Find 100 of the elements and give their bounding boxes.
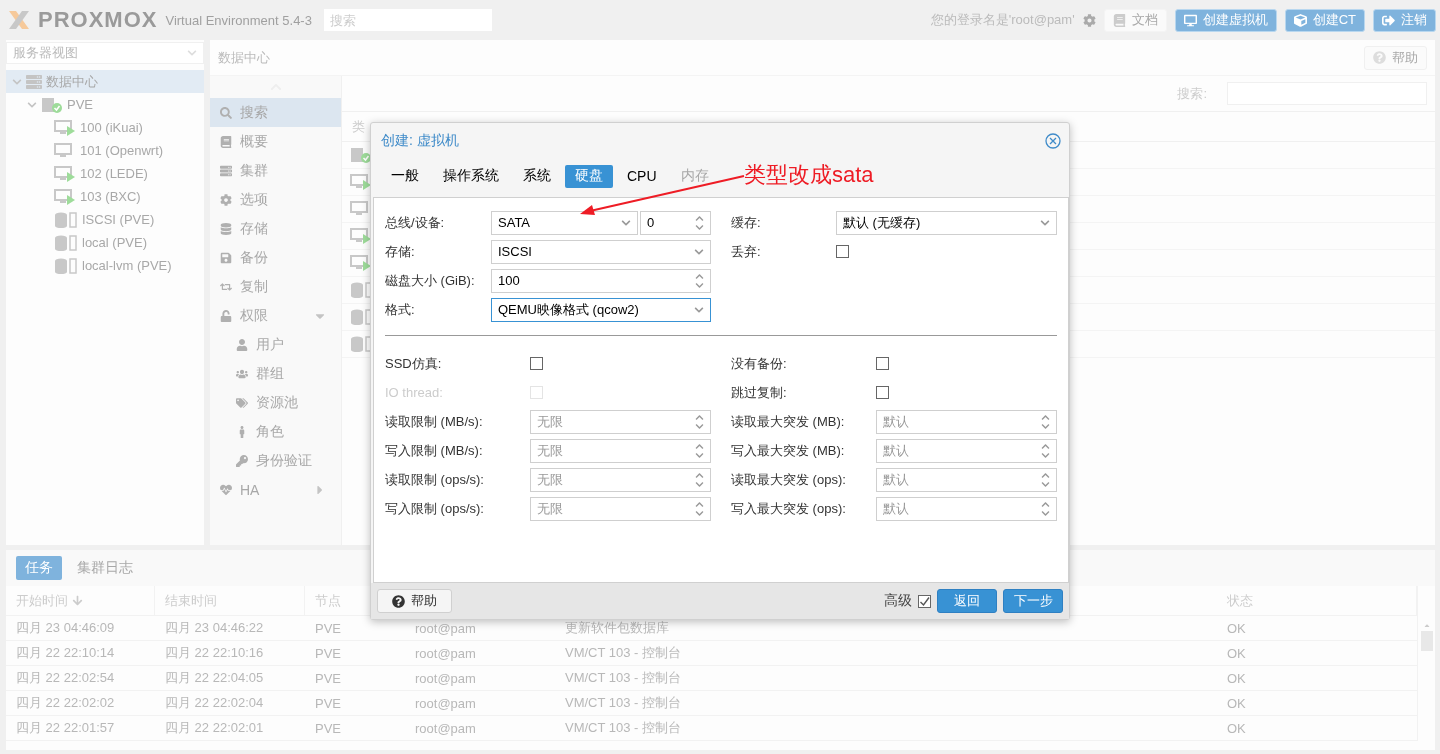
advanced-label: 高级 xyxy=(884,592,912,610)
nav-item[interactable]: 资源池 xyxy=(210,388,341,417)
table-cell: 四月 22 22:10:14 xyxy=(6,641,155,666)
nav-item[interactable]: 角色 xyxy=(210,417,341,446)
nav-item[interactable]: 选项 xyxy=(210,185,341,214)
header-button[interactable]: 注销 xyxy=(1373,8,1436,32)
nav-item[interactable]: 用户 xyxy=(210,330,341,359)
help-button[interactable]: 帮助 xyxy=(377,589,452,613)
dialog-button[interactable]: 下一步 xyxy=(1003,589,1063,613)
dropdown-arrow-icon[interactable] xyxy=(187,48,197,58)
tree-item[interactable]: 101 (Openwrt) xyxy=(6,139,204,162)
expand-icon[interactable] xyxy=(12,76,22,87)
checkbox[interactable] xyxy=(918,594,931,608)
tab[interactable]: 系统 xyxy=(513,164,561,188)
tree-item[interactable]: ISCSI (PVE) xyxy=(6,208,204,231)
nav-item[interactable]: 存储 xyxy=(210,214,341,243)
help-icon xyxy=(1373,51,1386,64)
tab[interactable]: 集群日志 xyxy=(68,556,142,580)
table-cell: 四月 22 22:02:02 xyxy=(6,691,155,716)
tab[interactable]: 操作系统 xyxy=(433,164,509,188)
tree-item[interactable]: 102 (LEDE) xyxy=(6,162,204,185)
number-field[interactable]: 无限 xyxy=(530,438,711,463)
dialog-button[interactable]: 返回 xyxy=(937,589,997,613)
tree-item[interactable]: PVE xyxy=(6,93,204,116)
tab[interactable]: 任务 xyxy=(16,556,62,580)
field-label: 跳过复制: xyxy=(731,383,788,402)
tree-item[interactable]: 103 (BXC) xyxy=(6,185,204,208)
checkbox[interactable] xyxy=(876,386,889,399)
tree-item[interactable]: local-lvm (PVE) xyxy=(6,254,204,277)
nav-item[interactable]: 复制 xyxy=(210,272,341,301)
device-index-field[interactable]: 0 xyxy=(640,210,711,235)
select-field[interactable]: QEMU映像格式 (qcow2) xyxy=(491,297,711,322)
nav-item[interactable]: 概要 xyxy=(210,127,341,156)
spinner-arrows-icon[interactable] xyxy=(695,499,704,518)
field-label: 写入最大突发 (MB): xyxy=(731,441,846,460)
nav-item[interactable]: 备份 xyxy=(210,243,341,272)
spinner-arrows-icon[interactable] xyxy=(1041,499,1050,518)
nav-item[interactable]: 群组 xyxy=(210,359,341,388)
table-cell: 四月 23 04:46:09 xyxy=(6,616,155,641)
server-icon xyxy=(220,164,232,177)
spinner-arrows-icon[interactable] xyxy=(695,412,704,431)
nav-item[interactable]: 权限 xyxy=(210,301,341,330)
tree-item[interactable]: 数据中心 xyxy=(6,70,204,93)
number-field[interactable]: 无限 xyxy=(530,409,711,434)
cube-icon xyxy=(1293,13,1307,27)
select-field[interactable]: ISCSI xyxy=(491,239,711,264)
field-label: 缓存: xyxy=(731,213,762,232)
tab[interactable]: 一般 xyxy=(381,164,429,188)
number-field[interactable]: 100 xyxy=(491,268,711,293)
table-cell: 四月 22 22:02:04 xyxy=(155,691,305,716)
nav-item[interactable]: 集群 xyxy=(210,156,341,185)
server-icon xyxy=(41,96,63,113)
spinner-arrows-icon[interactable] xyxy=(695,271,704,290)
dropdown-arrow-icon[interactable] xyxy=(1040,217,1050,228)
number-field[interactable]: 无限 xyxy=(530,467,711,492)
scroll-up-icon[interactable] xyxy=(1423,622,1431,630)
nav-item[interactable]: 搜索 xyxy=(210,98,341,127)
number-field[interactable]: 默认 xyxy=(876,409,1057,434)
logo-icon xyxy=(8,10,30,30)
checkbox[interactable] xyxy=(836,245,849,258)
header-button[interactable]: 创建虚拟机 xyxy=(1174,8,1277,32)
tree-item[interactable]: local (PVE) xyxy=(6,231,204,254)
select-field[interactable]: 默认 (无缓存) xyxy=(836,210,1057,235)
tab[interactable]: CPU xyxy=(617,164,667,188)
bus-select[interactable]: SATA xyxy=(491,210,638,235)
spinner-arrows-icon[interactable] xyxy=(695,441,704,460)
close-icon[interactable] xyxy=(1045,133,1061,149)
checkbox[interactable] xyxy=(530,357,543,370)
table-cell: PVE xyxy=(305,716,405,741)
header-button[interactable]: 文档 xyxy=(1103,8,1167,32)
number-field[interactable]: 默认 xyxy=(876,496,1057,521)
dropdown-arrow-icon[interactable] xyxy=(694,304,704,315)
header-button[interactable]: 创建CT xyxy=(1284,8,1365,32)
expand-icon[interactable] xyxy=(27,99,37,110)
number-field[interactable]: 默认 xyxy=(876,438,1057,463)
search-icon xyxy=(220,106,232,119)
table-cell: 四月 22 22:02:01 xyxy=(155,716,305,741)
table-cell: OK xyxy=(1217,641,1417,666)
table-cell: OK xyxy=(1217,691,1417,716)
spinner-arrows-icon[interactable] xyxy=(1041,470,1050,489)
dropdown-arrow-icon[interactable] xyxy=(694,246,704,257)
spinner-arrows-icon[interactable] xyxy=(1041,441,1050,460)
nav-item[interactable]: HA xyxy=(210,475,341,504)
tree-item[interactable]: 100 (iKuai) xyxy=(6,116,204,139)
field-label: SSD仿真: xyxy=(385,354,443,373)
spinner-arrows-icon[interactable] xyxy=(695,470,704,489)
spinner-arrows-icon[interactable] xyxy=(1041,412,1050,431)
table-cell: OK xyxy=(1217,616,1417,641)
number-field[interactable]: 默认 xyxy=(876,467,1057,492)
checkbox[interactable] xyxy=(876,357,889,370)
help-button[interactable]: 帮助 xyxy=(1364,45,1427,70)
spinner-arrows-icon[interactable] xyxy=(695,213,704,232)
tab[interactable]: 硬盘 xyxy=(565,164,613,188)
dropdown-arrow-icon[interactable] xyxy=(621,217,631,228)
nav-item[interactable]: 身份验证 xyxy=(210,446,341,475)
table-cell: root@pam xyxy=(405,666,555,691)
database-icon xyxy=(220,222,232,235)
number-field[interactable]: 无限 xyxy=(530,496,711,521)
settings-icon[interactable] xyxy=(1082,13,1096,27)
view-select[interactable]: 服务器视图 xyxy=(6,42,204,64)
